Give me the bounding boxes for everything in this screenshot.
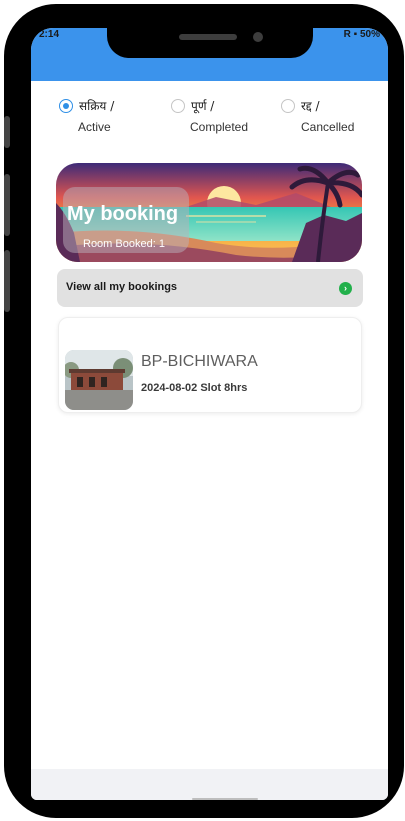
status-time: 2:14 (39, 29, 60, 40)
filter-completed[interactable]: पूर्ण / Completed (171, 93, 281, 143)
filter-active[interactable]: सक्रिय / Active (59, 93, 169, 143)
filter-cancelled-label: Cancelled (301, 120, 355, 134)
bottom-bar (31, 769, 388, 800)
front-camera (253, 32, 263, 42)
filter-completed-hindi: पूर्ण / (191, 99, 215, 113)
booking-date-slot: 2024-08-02 Slot 8hrs (141, 382, 248, 394)
phone-screen: 2:14 R ▪ 50% सक्रिय / Active पूर्ण / Com… (31, 28, 388, 800)
booking-card[interactable]: BP-BICHIWARA 2024-08-02 Slot 8hrs (58, 317, 362, 413)
radio-unselected-icon[interactable] (281, 99, 295, 113)
mute-switch (4, 116, 10, 148)
filter-active-hindi: सक्रिय / (79, 99, 115, 113)
booking-status-filter: सक्रिय / Active पूर्ण / Completed रद्द /… (31, 93, 388, 143)
view-all-bookings-label: View all my bookings (66, 281, 178, 293)
view-all-bookings-button[interactable]: View all my bookings › (57, 269, 363, 307)
filter-active-label: Active (78, 120, 111, 134)
venue-thumbnail (65, 350, 133, 410)
volume-down-button (4, 250, 10, 312)
speaker-grille (179, 34, 237, 40)
chevron-right-icon[interactable]: › (339, 282, 352, 295)
radio-selected-icon[interactable] (59, 99, 73, 113)
home-indicator[interactable] (192, 798, 258, 800)
volume-up-button (4, 174, 10, 236)
banner-title: My booking (67, 203, 179, 225)
rooms-booked-count: Room Booked: 1 (83, 238, 165, 250)
my-booking-banner: My booking Room Booked: 1 (56, 163, 362, 262)
banner-info-card: My booking Room Booked: 1 (63, 187, 189, 253)
filter-completed-label: Completed (190, 120, 249, 134)
radio-unselected-icon[interactable] (171, 99, 185, 113)
booking-page: सक्रिय / Active पूर्ण / Completed रद्द /… (31, 81, 388, 769)
status-battery: R ▪ 50% (343, 29, 380, 40)
venue-name: BP-BICHIWARA (141, 353, 258, 370)
filter-cancelled[interactable]: रद्द / Cancelled (281, 93, 388, 143)
filter-cancelled-hindi: रद्द / (301, 99, 320, 113)
phone-notch (107, 24, 313, 58)
